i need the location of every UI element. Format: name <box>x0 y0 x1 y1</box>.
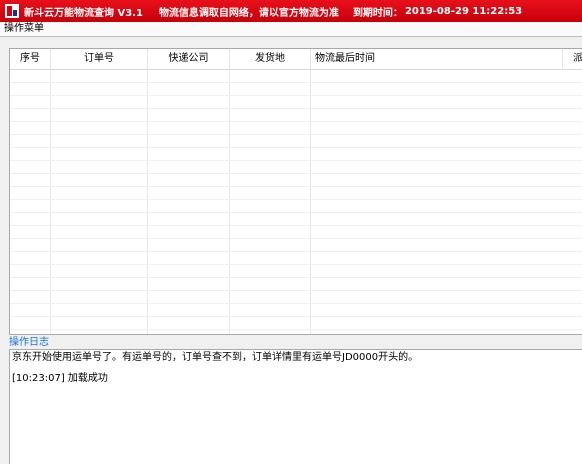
column-header-index[interactable]: 序号 <box>10 49 51 69</box>
column-header-origin[interactable]: 发货地 <box>230 49 311 69</box>
column-header-courier[interactable]: 快递公司 <box>148 49 230 69</box>
column-header-order-no[interactable]: 订单号 <box>51 49 148 69</box>
log-line: 京东开始使用运单号了。有运单号的，订单号查不到，订单详情里有运单号JD0000开… <box>12 352 419 363</box>
grid-body[interactable] <box>10 70 582 334</box>
grid-header: 序号 订单号 快递公司 发货地 物流最后时间 派送 <box>10 49 582 70</box>
log-line: [10:23:07] 加载成功 <box>12 373 108 384</box>
window-title: 新斗云万能物流查询 V3.1 <box>24 7 143 19</box>
logistics-grid[interactable]: 序号 订单号 快递公司 发货地 物流最后时间 派送 <box>9 48 582 335</box>
title-bar: 新斗云万能物流查询 V3.1 物流信息调取自网络，请以官方物流为准 到期时间： 2… <box>0 0 582 22</box>
log-label: 操作日志 <box>9 337 49 348</box>
menu-bar: 操作菜单 <box>0 22 582 37</box>
column-header-delivery[interactable]: 派送 <box>563 49 582 69</box>
expire-value: 2019-08-29 11:22:53 <box>404 5 523 17</box>
app-logo-icon <box>5 4 19 18</box>
menu-item-operations[interactable]: 操作菜单 <box>4 23 44 35</box>
column-header-last-time[interactable]: 物流最后时间 <box>311 49 563 69</box>
expire-label: 到期时间： <box>352 7 403 19</box>
log-textbox[interactable]: 京东开始使用运单号了。有运单号的，订单号查不到，订单详情里有运单号JD0000开… <box>9 349 582 464</box>
title-notice: 物流信息调取自网络，请以官方物流为准 <box>158 7 339 19</box>
